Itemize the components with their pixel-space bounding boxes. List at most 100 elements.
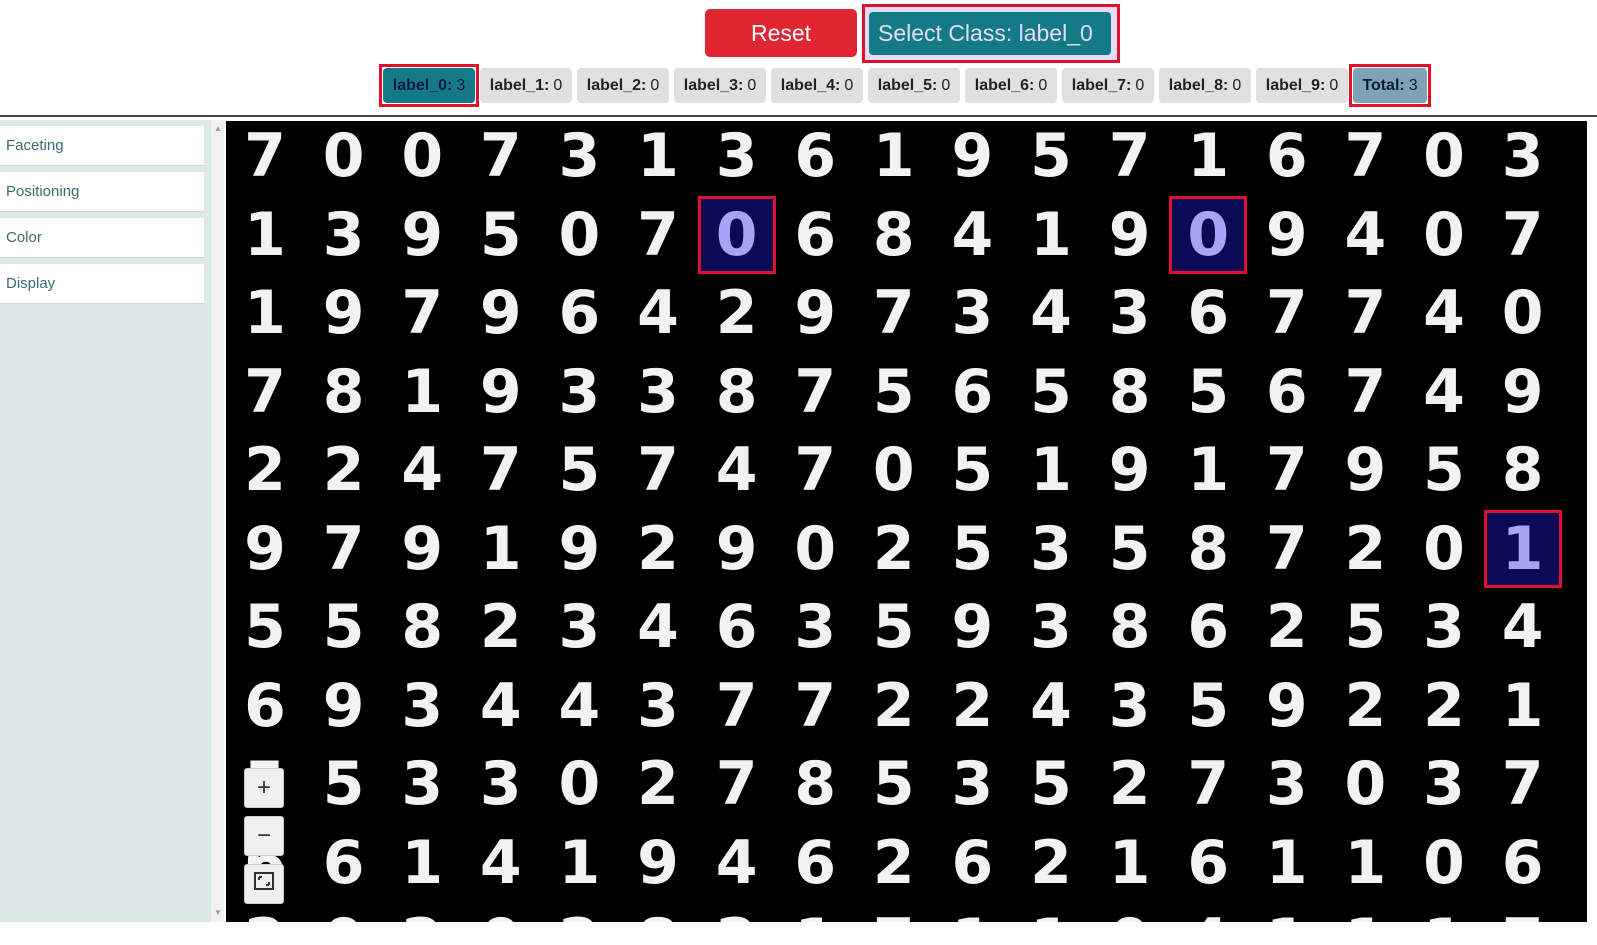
digit-image[interactable]: 8 — [1091, 353, 1169, 431]
digit-image[interactable]: 2 — [619, 510, 697, 588]
digit-image[interactable]: 9 — [1326, 431, 1404, 509]
digit-image[interactable]: 5 — [933, 510, 1011, 588]
digit-image[interactable]: 6 — [226, 667, 304, 745]
digit-image[interactable]: 3 — [540, 121, 618, 195]
select-class-button[interactable]: Select Class: label_0 — [869, 12, 1111, 55]
digit-image[interactable]: 5 — [1012, 121, 1090, 195]
scroll-down-icon[interactable]: ▼ — [214, 908, 222, 917]
digit-image[interactable]: 2 — [1091, 745, 1169, 823]
sidebar-section-positioning[interactable]: Positioning — [0, 172, 204, 212]
digit-image[interactable]: 1 — [226, 196, 304, 274]
digit-image[interactable]: 8 — [698, 353, 776, 431]
digit-image[interactable]: 2 — [540, 902, 618, 922]
digit-image[interactable]: 3 — [540, 353, 618, 431]
digit-image[interactable]: 1 — [1483, 509, 1562, 588]
digit-image[interactable]: 6 — [1169, 274, 1247, 352]
digit-image[interactable]: 7 — [462, 431, 540, 509]
digit-image[interactable]: 3 — [1484, 121, 1562, 195]
digit-image[interactable]: 0 — [1326, 745, 1404, 823]
count-chip-label-2[interactable]: label_2: 0 — [577, 68, 669, 103]
digit-image[interactable]: 0 — [305, 902, 383, 922]
digit-image[interactable]: 5 — [305, 588, 383, 666]
digit-image[interactable]: 2 — [1012, 824, 1090, 902]
digit-image[interactable]: 3 — [1248, 745, 1326, 823]
digit-image[interactable]: 8 — [1484, 431, 1562, 509]
digit-image[interactable]: 0 — [462, 902, 540, 922]
digit-image[interactable]: 7 — [698, 667, 776, 745]
digit-image[interactable]: 2 — [226, 431, 304, 509]
digit-image[interactable]: 3 — [1405, 588, 1483, 666]
digit-image[interactable]: 1 — [1012, 196, 1090, 274]
digit-image[interactable]: 7 — [462, 121, 540, 195]
digit-image[interactable]: 2 — [1405, 667, 1483, 745]
digit-image[interactable]: 7 — [1484, 902, 1562, 922]
digit-image[interactable]: 3 — [1405, 745, 1483, 823]
digit-image[interactable]: 9 — [1091, 196, 1169, 274]
digit-image[interactable]: 4 — [1012, 274, 1090, 352]
digit-image[interactable]: 5 — [855, 745, 933, 823]
digit-image[interactable]: 7 — [1326, 121, 1404, 195]
fit-view-button[interactable] — [244, 864, 284, 904]
digit-image[interactable]: 0 — [1484, 274, 1562, 352]
digit-image[interactable]: 0 — [305, 121, 383, 195]
digit-image[interactable]: 0 — [697, 195, 776, 274]
digit-image[interactable]: 1 — [1012, 902, 1090, 922]
digit-image[interactable]: 4 — [1012, 667, 1090, 745]
digit-image[interactable]: 9 — [619, 824, 697, 902]
digit-image[interactable]: 6 — [1484, 824, 1562, 902]
digit-image[interactable]: 6 — [1248, 353, 1326, 431]
digit-image[interactable]: 9 — [305, 667, 383, 745]
count-chip-label-5[interactable]: label_5: 0 — [868, 68, 960, 103]
digit-image[interactable]: 0 — [855, 431, 933, 509]
digit-image[interactable]: 5 — [1091, 510, 1169, 588]
digit-image[interactable]: 9 — [1248, 667, 1326, 745]
digit-image[interactable]: 3 — [776, 588, 854, 666]
digit-image[interactable]: 6 — [933, 353, 1011, 431]
digit-image[interactable]: 9 — [933, 588, 1011, 666]
digit-image[interactable]: 3 — [933, 274, 1011, 352]
count-chip-label-1[interactable]: label_1: 0 — [480, 68, 572, 103]
digit-image[interactable]: 3 — [383, 745, 461, 823]
digit-image[interactable]: 2 — [462, 588, 540, 666]
digit-image[interactable]: 9 — [226, 510, 304, 588]
digit-image[interactable]: 5 — [1169, 353, 1247, 431]
digit-image[interactable]: 4 — [698, 431, 776, 509]
sidebar-section-color[interactable]: Color — [0, 218, 204, 258]
digit-image[interactable]: 3 — [1012, 588, 1090, 666]
digit-image[interactable]: 9 — [1484, 353, 1562, 431]
digit-image[interactable]: 6 — [540, 274, 618, 352]
digit-image[interactable]: 8 — [855, 196, 933, 274]
digit-image[interactable]: 7 — [619, 431, 697, 509]
digit-image[interactable]: 1 — [1169, 121, 1247, 195]
scroll-up-icon[interactable]: ▲ — [214, 124, 222, 133]
digit-image[interactable]: 4 — [933, 196, 1011, 274]
digit-image[interactable]: 5 — [855, 353, 933, 431]
digit-image[interactable]: 7 — [776, 431, 854, 509]
sidebar-scrollbar[interactable] — [211, 120, 224, 922]
digit-image[interactable]: 1 — [1484, 667, 1562, 745]
digit-image[interactable]: 9 — [933, 121, 1011, 195]
digit-image[interactable]: 7 — [1248, 274, 1326, 352]
digit-image[interactable]: 3 — [1091, 667, 1169, 745]
count-chip-label-8[interactable]: label_8: 0 — [1159, 68, 1251, 103]
digit-image[interactable]: 0 — [1405, 824, 1483, 902]
digit-image[interactable]: 4 — [462, 824, 540, 902]
digit-image[interactable]: 1 — [1248, 902, 1326, 922]
digit-image[interactable]: 5 — [462, 196, 540, 274]
digit-image[interactable]: 5 — [855, 588, 933, 666]
digit-image[interactable]: 2 — [1248, 588, 1326, 666]
digit-image[interactable]: 4 — [1405, 274, 1483, 352]
digit-image[interactable]: 9 — [776, 274, 854, 352]
digit-image[interactable]: 4 — [1326, 196, 1404, 274]
digit-image[interactable]: 1 — [462, 510, 540, 588]
digit-image[interactable]: 1 — [383, 353, 461, 431]
digit-image[interactable]: 3 — [462, 745, 540, 823]
digit-image[interactable]: 4 — [1484, 588, 1562, 666]
digit-image[interactable]: 9 — [1248, 196, 1326, 274]
digit-image[interactable]: 6 — [305, 824, 383, 902]
digit-image[interactable]: 2 — [1326, 667, 1404, 745]
digit-image[interactable]: 0 — [1169, 195, 1248, 274]
digit-image[interactable]: 7 — [383, 274, 461, 352]
digit-image[interactable]: 3 — [383, 667, 461, 745]
digit-image[interactable]: 7 — [1484, 745, 1562, 823]
